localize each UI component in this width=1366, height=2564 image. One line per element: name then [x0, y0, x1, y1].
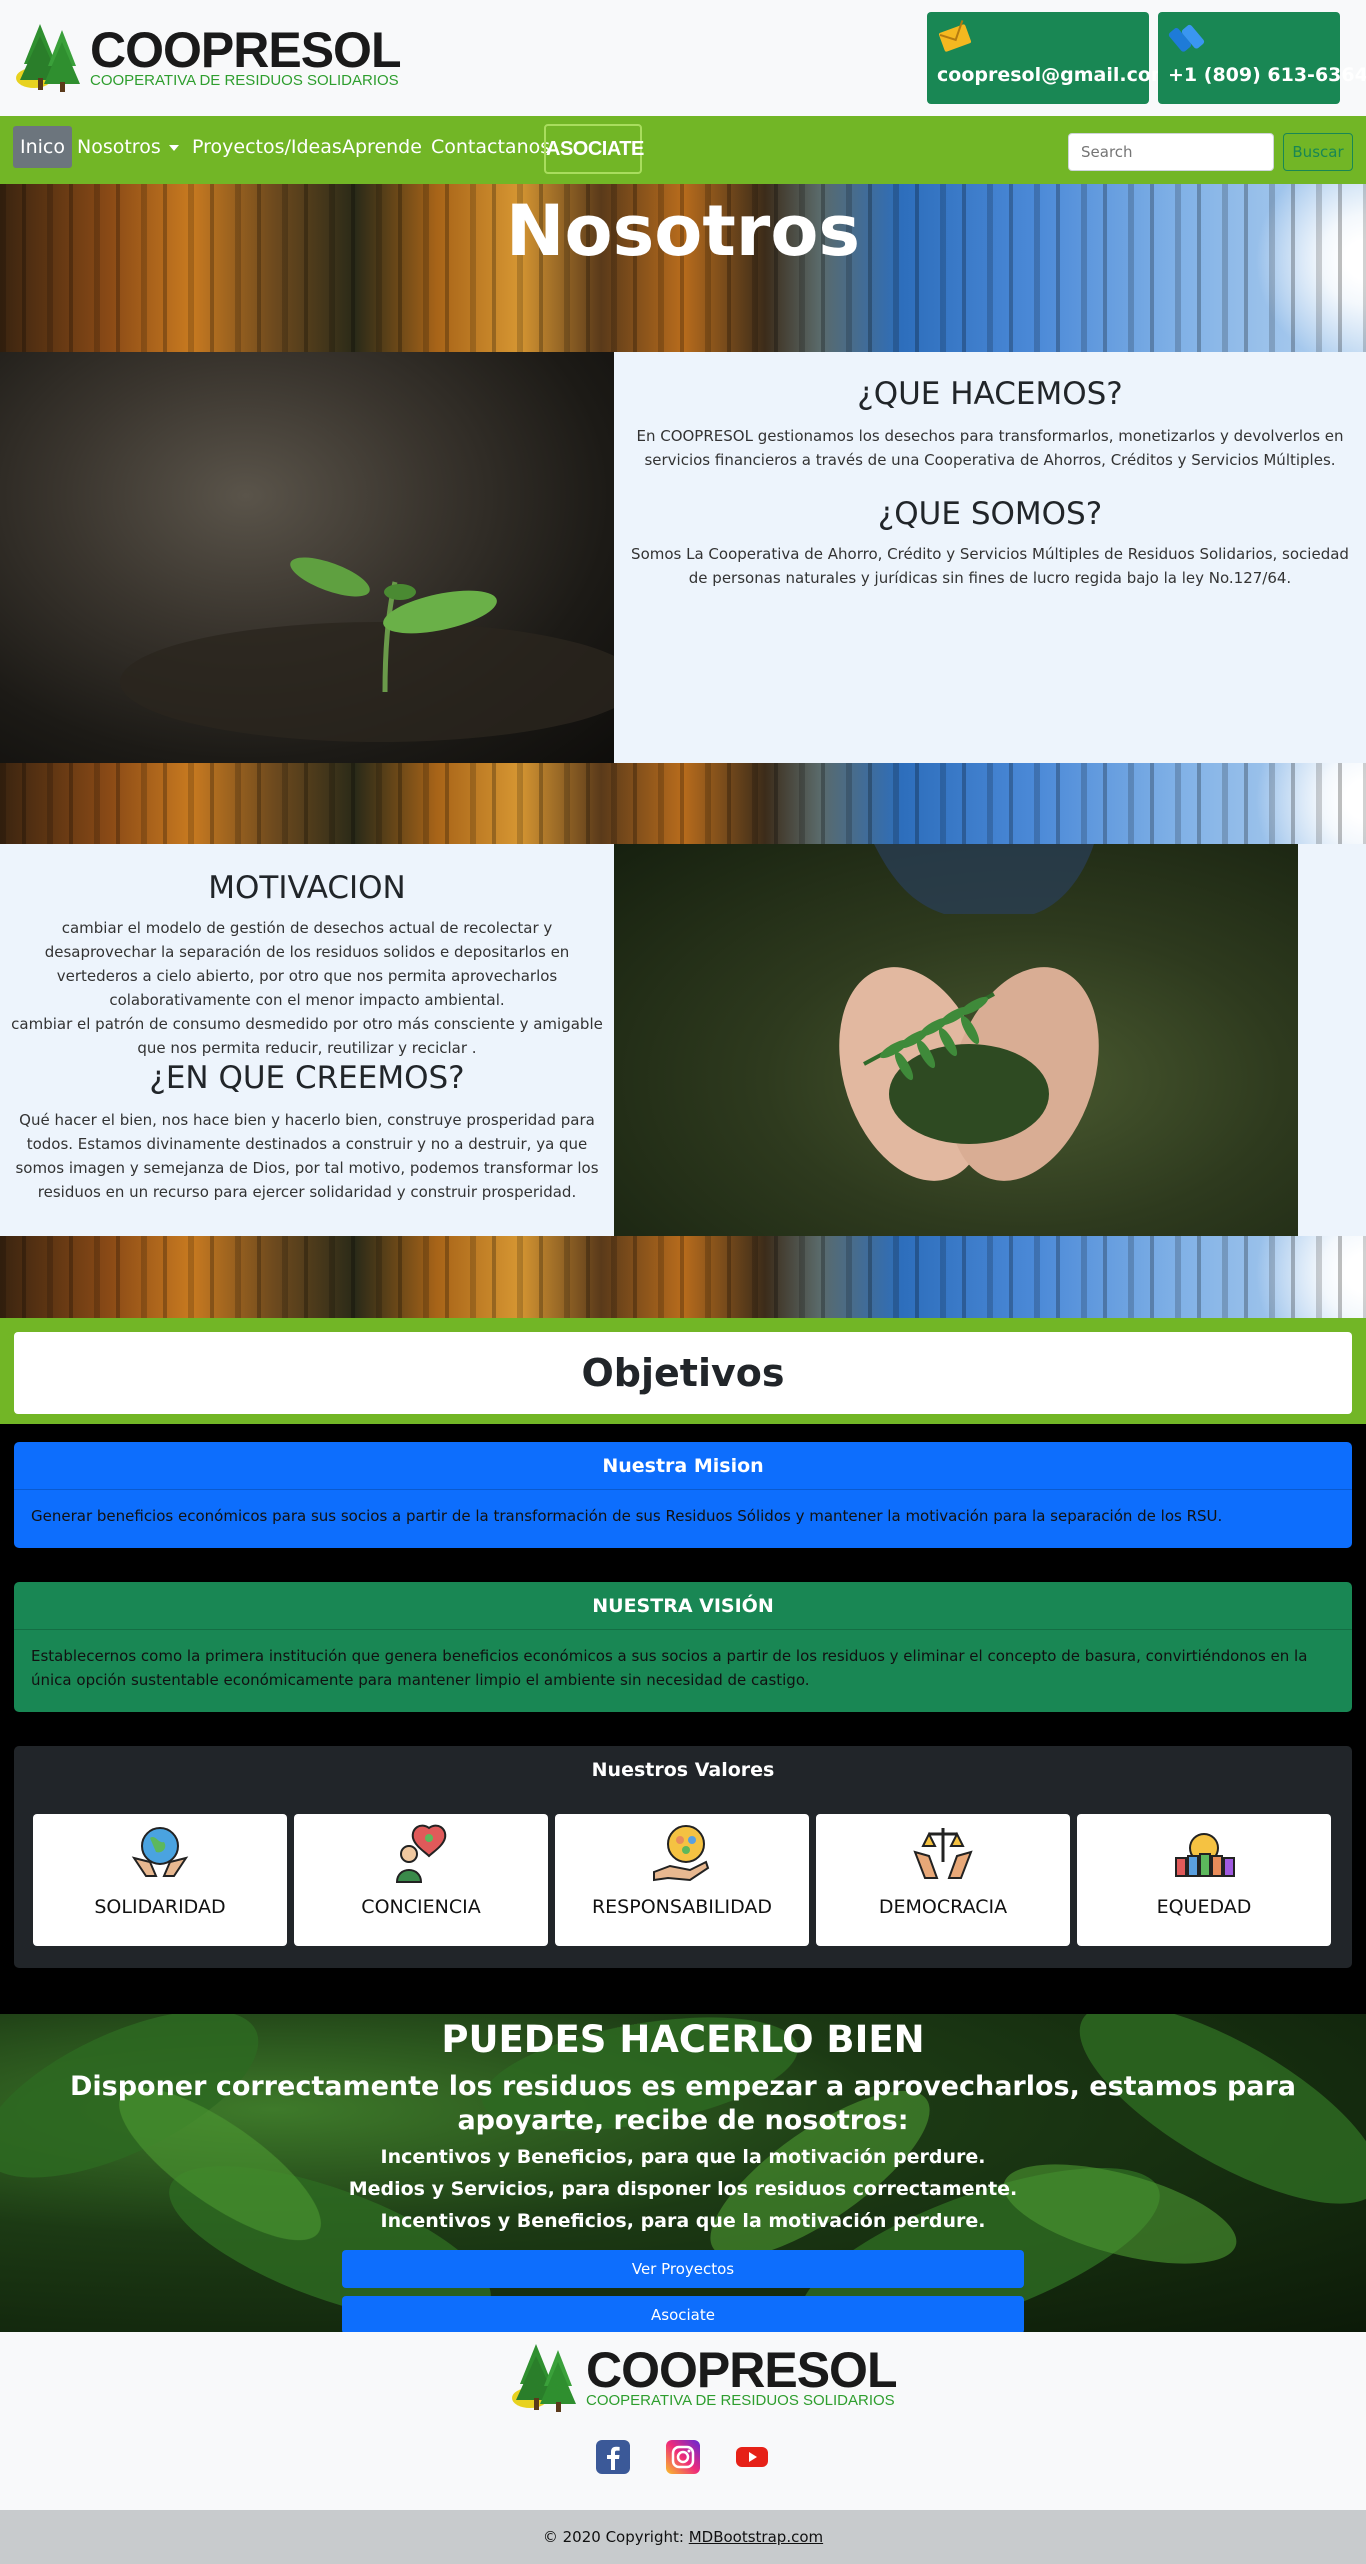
- crowd-icon: [1175, 1833, 1235, 1877]
- vision-title: NUESTRA VISIÓN: [14, 1582, 1352, 1630]
- logo-subtitle: COOPERATIVA DE RESIDUOS SOLIDARIOS: [90, 72, 399, 89]
- vision-card: NUESTRA VISIÓN Establecernos como la pri…: [14, 1582, 1352, 1712]
- valor-card-solidaridad: SOLIDARIDAD: [33, 1814, 287, 1946]
- que-hacemos-text: En COOPRESOL gestionamos los desechos pa…: [636, 427, 1344, 469]
- main-navbar: Inico Nosotros Proyectos/Ideas Aprende C…: [0, 116, 1366, 184]
- ver-proyectos-button[interactable]: Ver Proyectos: [342, 2250, 1024, 2288]
- sprout-photo: [0, 352, 614, 763]
- nav-item-contactanos[interactable]: Contactanos: [424, 126, 557, 168]
- cta-item: Medios y Servicios, para disponer los re…: [348, 2178, 1018, 2200]
- cta-item: Incentivos y Beneficios, para que la mot…: [380, 2210, 986, 2232]
- phone-contact-button[interactable]: +1 (809) 613-6364: [1158, 12, 1366, 104]
- valor-label: SOLIDARIDAD: [94, 1896, 226, 1918]
- chevron-down-icon: [168, 144, 179, 151]
- globe-hands-icon: [131, 1827, 189, 1877]
- forest-banner: [0, 1236, 1366, 1318]
- nav-item-nosotros[interactable]: Nosotros: [70, 126, 186, 168]
- copyright-link[interactable]: MDBootstrap.com: [689, 2528, 823, 2546]
- cta-item: Incentivos y Beneficios, para que la mot…: [380, 2146, 986, 2168]
- tree-logo-icon: [16, 24, 80, 92]
- phone-icon: [1168, 24, 1205, 52]
- motivacion-text-1: cambiar el modelo de gestión de desechos…: [44, 919, 570, 1009]
- objetivos-title: Objetivos: [14, 1332, 1352, 1414]
- en-que-creemos-text: Qué hacer el bien, nos hace bien y hacer…: [15, 1111, 599, 1201]
- nav-item-label: Nosotros: [77, 136, 161, 158]
- valor-label: RESPONSABILIDAD: [591, 1896, 773, 1918]
- motivation-side-panel: [1298, 844, 1366, 1236]
- en-que-creemos-title: ¿EN QUE CREEMOS?: [149, 1060, 465, 1096]
- search-input[interactable]: [1068, 133, 1274, 171]
- email-text: coopresol@gmail.com: [937, 64, 1171, 86]
- que-somos-text: Somos La Cooperativa de Ahorro, Crédito …: [631, 545, 1349, 587]
- site-header: COOPRESOL COOPERATIVA DE RESIDUOS SOLIDA…: [0, 0, 1366, 116]
- email-contact-button[interactable]: coopresol@gmail.com: [927, 12, 1171, 104]
- facebook-icon[interactable]: [596, 2440, 630, 2474]
- hand-people-icon: [653, 1825, 710, 1882]
- mision-card: Nuestra Mision Generar beneficios económ…: [14, 1442, 1352, 1548]
- instagram-icon[interactable]: [666, 2440, 700, 2474]
- nav-item-proyectos[interactable]: Proyectos/Ideas: [185, 126, 349, 168]
- scales-hands-icon: [913, 1828, 973, 1879]
- logo-text: COOPRESOL: [586, 2342, 897, 2398]
- asociate-cta-button[interactable]: Asociate: [342, 2296, 1024, 2334]
- valor-label: DEMOCRACIA: [878, 1896, 1008, 1918]
- logo-text: COOPRESOL: [90, 22, 401, 78]
- footer-logo[interactable]: COOPRESOL COOPERATIVA DE RESIDUOS SOLIDA…: [510, 2340, 897, 2416]
- que-hacemos-title: ¿QUE HACEMOS?: [857, 376, 1123, 412]
- vision-text: Establecernos como la primera institució…: [31, 1647, 1308, 1689]
- page-title: Nosotros: [505, 190, 861, 272]
- valores-title: Nuestros Valores: [591, 1759, 775, 1781]
- site-logo[interactable]: COOPRESOL COOPERATIVA DE RESIDUOS SOLIDA…: [14, 20, 401, 96]
- copyright-bar: © 2020 Copyright: MDBootstrap.com: [0, 2510, 1366, 2564]
- youtube-icon[interactable]: [735, 2440, 769, 2474]
- envelope-icon: [938, 20, 972, 52]
- valor-card-democracia: DEMOCRACIA: [816, 1814, 1070, 1946]
- hands-plant-photo: [614, 844, 1298, 1236]
- valor-card-equedad: EQUEDAD: [1077, 1814, 1331, 1946]
- motivacion-title: MOTIVACION: [208, 870, 406, 906]
- motivacion-text-2: cambiar el patrón de consumo desmedido p…: [11, 1015, 603, 1057]
- sprout-illustration: [120, 557, 614, 742]
- hands-illustration: [839, 844, 1099, 1181]
- nav-item-aprende[interactable]: Aprende: [335, 126, 429, 168]
- phone-text: +1 (809) 613-6364: [1168, 64, 1366, 86]
- valor-card-conciencia: CONCIENCIA: [294, 1814, 548, 1946]
- logo-subtitle: COOPERATIVA DE RESIDUOS SOLIDARIOS: [586, 2392, 895, 2409]
- heart-person-icon: [395, 1824, 447, 1883]
- valor-card-responsabilidad: RESPONSABILIDAD: [555, 1814, 809, 1946]
- cta-subtitle: Disponer correctamente los residuos es e…: [69, 2071, 1297, 2136]
- site-footer: COOPRESOL COOPERATIVA DE RESIDUOS SOLIDA…: [0, 2332, 1366, 2510]
- tree-logo-icon: [512, 2344, 576, 2412]
- copyright-text: © 2020 Copyright:: [542, 2528, 684, 2546]
- mision-text: Generar beneficios económicos para sus s…: [31, 1507, 1223, 1525]
- valor-label: EQUEDAD: [1156, 1896, 1252, 1918]
- nav-item-inicio[interactable]: Inico: [13, 126, 72, 168]
- search-button[interactable]: Buscar: [1283, 133, 1353, 171]
- cta-title: PUEDES HACERLO BIEN: [441, 2018, 925, 2061]
- forest-banner: [0, 763, 1366, 844]
- mision-title: Nuestra Mision: [14, 1442, 1352, 1490]
- valor-label: CONCIENCIA: [361, 1896, 481, 1918]
- asociate-button[interactable]: ASOCIATE: [544, 124, 644, 174]
- que-somos-title: ¿QUE SOMOS?: [877, 496, 1103, 532]
